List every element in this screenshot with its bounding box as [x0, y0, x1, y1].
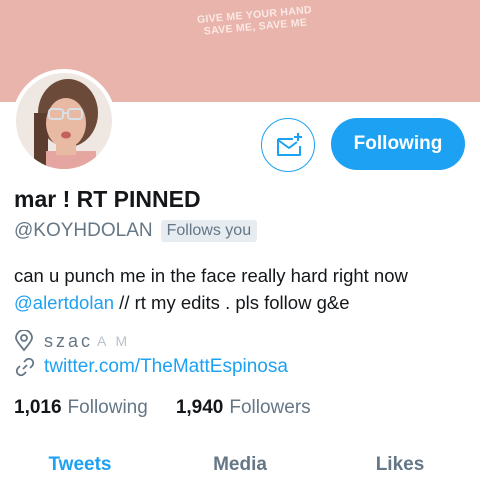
following-label: Following	[67, 397, 148, 418]
bio-line-2: @alertdolan // rt my edits . pls follow …	[14, 289, 474, 316]
avatar[interactable]	[12, 69, 116, 173]
bio-line-2-text: // rt my edits . pls follow g&e	[114, 292, 350, 313]
message-button[interactable]	[261, 118, 315, 172]
following-button[interactable]: Following	[331, 118, 465, 170]
followers-label: Followers	[229, 397, 311, 418]
bio: can u punch me in the face really hard r…	[14, 262, 474, 316]
following-stat[interactable]: 1,016 Following	[14, 397, 148, 419]
avatar-photo	[16, 73, 112, 169]
tab-likes[interactable]: Likes	[320, 450, 480, 480]
username-handle: @KOYHDOLAN	[14, 220, 153, 241]
tab-media[interactable]: Media	[160, 450, 320, 480]
banner-caption: GIVE ME YOUR HAND SAVE ME, SAVE ME	[189, 3, 321, 38]
profile-tabs: Tweets Media Likes	[0, 450, 480, 480]
followers-stat[interactable]: 1,940 Followers	[176, 397, 311, 419]
bio-mention-link[interactable]: @alertdolan	[14, 292, 114, 313]
bio-line-1: can u punch me in the face really hard r…	[14, 265, 408, 286]
display-name: mar ! RT PINNED	[14, 186, 201, 212]
following-count: 1,016	[14, 397, 62, 418]
website-row: twitter.com/TheMattEspinosa	[14, 356, 288, 378]
location-row: szac A M	[14, 330, 130, 352]
follows-you-badge: Follows you	[160, 220, 258, 242]
handle-row: @KOYHDOLAN Follows you	[14, 220, 258, 242]
link-icon	[15, 357, 35, 377]
followers-count: 1,940	[175, 397, 224, 418]
website-link[interactable]: twitter.com/TheMattEspinosa	[44, 356, 288, 378]
follow-stats: 1,016 Following 1,940 Followers	[14, 397, 311, 419]
tab-tweets[interactable]: Tweets	[0, 450, 160, 480]
envelope-plus-icon	[277, 133, 302, 156]
location-text-faint: A M	[97, 333, 131, 349]
location-text: szac	[44, 330, 94, 351]
location-pin-icon	[15, 330, 33, 352]
